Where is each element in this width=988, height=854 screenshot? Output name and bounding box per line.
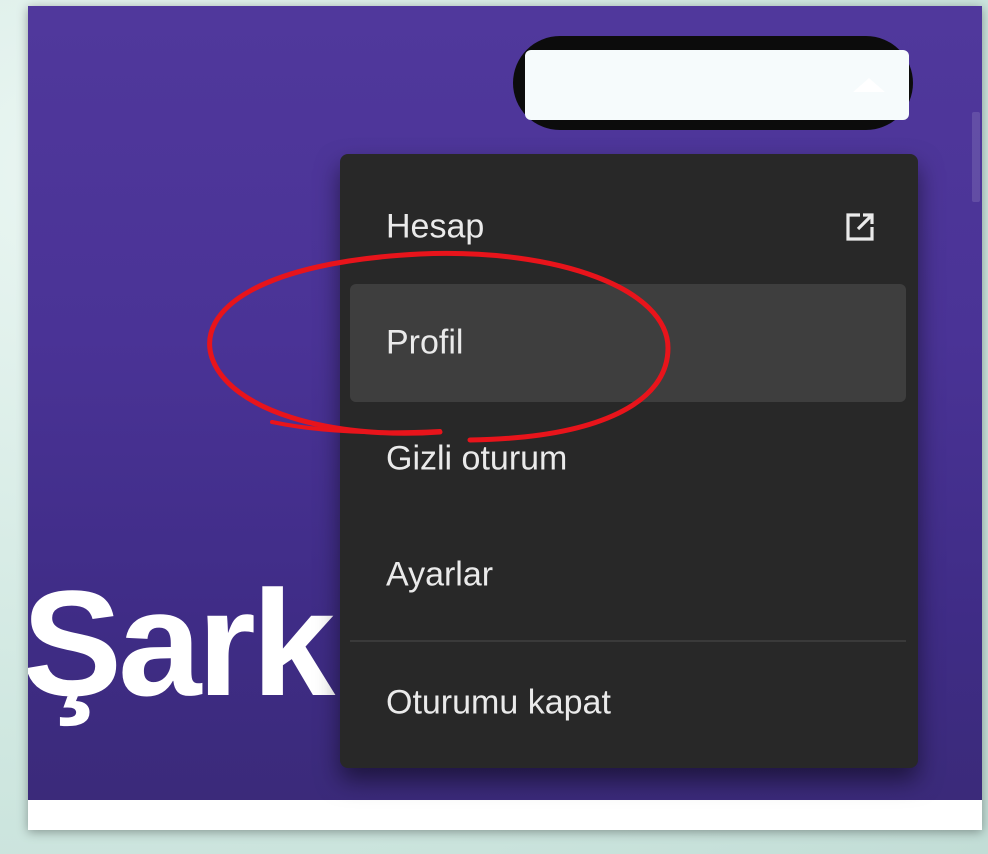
menu-item-label: Hesap <box>386 207 485 246</box>
menu-divider <box>350 640 906 642</box>
menu-item-profile[interactable]: Profil <box>350 284 906 402</box>
menu-item-label: Ayarlar <box>386 555 494 594</box>
app-window: Şark Hesap Profil Gizli oturum Ayarlar O <box>28 6 982 830</box>
window-bottom-edge <box>28 800 982 830</box>
menu-item-label: Oturumu kapat <box>386 683 611 722</box>
user-menu-button[interactable] <box>513 36 913 130</box>
menu-item-label: Profil <box>386 323 464 362</box>
page-title: Şark <box>28 559 335 727</box>
scrollbar[interactable] <box>972 112 980 202</box>
caret-up-icon <box>853 78 885 92</box>
menu-item-label: Gizli oturum <box>386 439 568 478</box>
menu-item-settings[interactable]: Ayarlar <box>350 516 906 634</box>
menu-item-account[interactable]: Hesap <box>350 168 906 286</box>
external-link-icon <box>846 213 874 241</box>
menu-item-logout[interactable]: Oturumu kapat <box>350 644 906 762</box>
menu-item-private-session[interactable]: Gizli oturum <box>350 400 906 518</box>
user-dropdown-menu: Hesap Profil Gizli oturum Ayarlar Oturum… <box>340 154 918 768</box>
redacted-username-overlay <box>525 50 909 120</box>
